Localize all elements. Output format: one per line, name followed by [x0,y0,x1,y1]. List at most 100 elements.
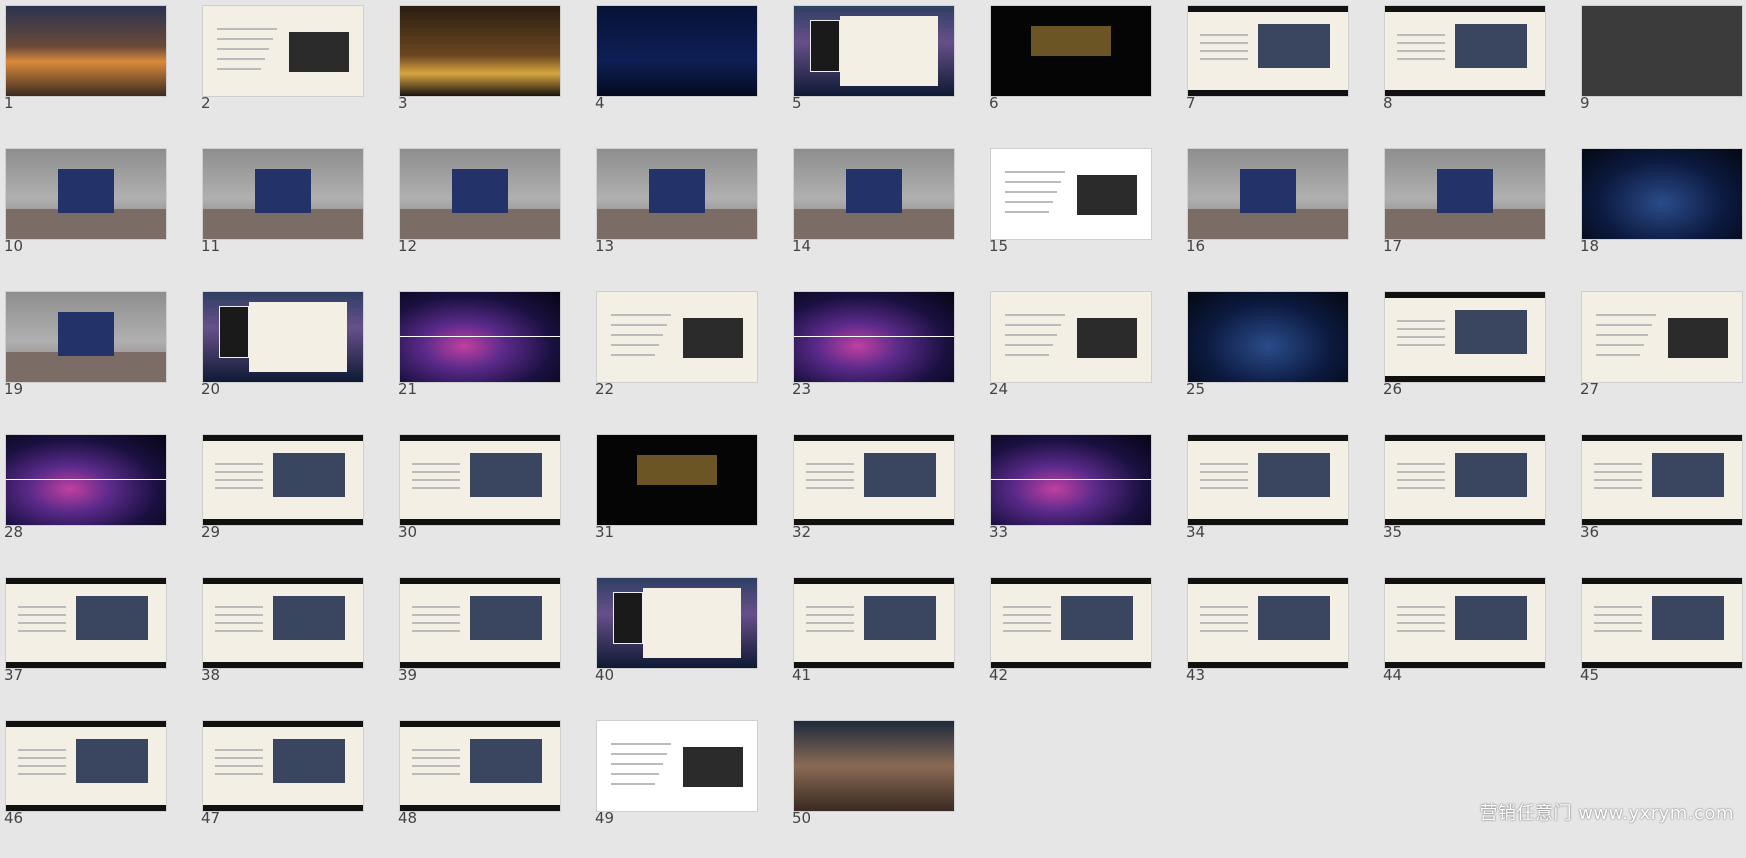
slide-thumbnail[interactable]: 3 [394,0,591,143]
slide-preview[interactable] [1582,578,1742,668]
slide-thumbnail[interactable]: 5 [788,0,985,143]
slide-thumbnail[interactable]: 26 [1379,286,1576,429]
slide-preview[interactable] [400,292,560,382]
slide-preview[interactable] [991,578,1151,668]
slide-preview[interactable] [1582,292,1742,382]
slide-preview[interactable] [1188,435,1348,525]
slide-preview[interactable] [6,721,166,811]
slide-thumbnail[interactable]: 36 [1576,429,1746,572]
slide-thumbnail[interactable]: 25 [1182,286,1379,429]
slide-preview[interactable] [597,435,757,525]
slide-preview[interactable] [203,578,363,668]
slide-preview[interactable] [400,435,560,525]
slide-thumbnail[interactable]: 21 [394,286,591,429]
slide-thumbnail[interactable]: 43 [1182,572,1379,715]
slide-thumbnail[interactable]: 41 [788,572,985,715]
slide-preview[interactable] [794,578,954,668]
slide-preview[interactable] [794,6,954,96]
slide-preview[interactable] [203,435,363,525]
slide-thumbnail[interactable]: 31 [591,429,788,572]
slide-thumbnail[interactable]: 22 [591,286,788,429]
slide-preview[interactable] [794,435,954,525]
slide-thumbnail[interactable]: 49 [591,715,788,858]
slide-thumbnail[interactable]: 23 [788,286,985,429]
slide-preview[interactable] [6,149,166,239]
slide-preview[interactable] [400,721,560,811]
slide-thumbnail[interactable]: 50 [788,715,985,858]
slide-preview[interactable] [597,292,757,382]
slide-thumbnail[interactable]: 29 [197,429,394,572]
slide-preview[interactable] [1582,435,1742,525]
slide-thumbnail[interactable]: 42 [985,572,1182,715]
slide-thumbnail[interactable]: 35 [1379,429,1576,572]
slide-thumbnail[interactable]: 4 [591,0,788,143]
slide-preview[interactable] [400,578,560,668]
slide-preview[interactable] [6,578,166,668]
slide-thumbnail[interactable]: 38 [197,572,394,715]
slide-preview[interactable] [6,6,166,96]
slide-preview[interactable] [1582,6,1742,96]
slide-thumbnail[interactable]: 10 [0,143,197,286]
slide-preview[interactable] [1385,292,1545,382]
slide-thumbnail[interactable]: 12 [394,143,591,286]
slide-thumbnail[interactable]: 15 [985,143,1182,286]
slide-preview[interactable] [400,149,560,239]
slide-preview[interactable] [794,149,954,239]
slide-preview[interactable] [1385,149,1545,239]
slide-preview[interactable] [6,292,166,382]
slide-thumbnail[interactable]: 17 [1379,143,1576,286]
slide-preview[interactable] [203,721,363,811]
slide-thumbnail[interactable]: 1 [0,0,197,143]
slide-thumbnail[interactable]: 39 [394,572,591,715]
slide-preview[interactable] [794,292,954,382]
slide-preview[interactable] [1188,578,1348,668]
slide-thumbnail[interactable]: 11 [197,143,394,286]
slide-preview[interactable] [1385,6,1545,96]
slide-thumbnail[interactable]: 19 [0,286,197,429]
slide-preview[interactable] [991,6,1151,96]
slide-preview[interactable] [203,149,363,239]
slide-preview[interactable] [1188,149,1348,239]
slide-thumbnail[interactable]: 30 [394,429,591,572]
slide-thumbnail[interactable]: 46 [0,715,197,858]
slide-thumbnail[interactable]: 32 [788,429,985,572]
slide-thumbnail[interactable]: 47 [197,715,394,858]
slide-thumbnail[interactable]: 48 [394,715,591,858]
slide-preview[interactable] [203,292,363,382]
slide-thumbnail[interactable]: 16 [1182,143,1379,286]
slide-preview[interactable] [1582,149,1742,239]
slide-preview[interactable] [597,578,757,668]
slide-thumbnail[interactable]: 44 [1379,572,1576,715]
slide-thumbnail[interactable]: 40 [591,572,788,715]
slide-preview[interactable] [991,435,1151,525]
slide-thumbnail[interactable]: 7 [1182,0,1379,143]
slide-thumbnail[interactable]: 6 [985,0,1182,143]
slide-preview[interactable] [597,721,757,811]
slide-preview[interactable] [597,6,757,96]
slide-thumbnail[interactable]: 45 [1576,572,1746,715]
slide-preview[interactable] [6,435,166,525]
slide-preview[interactable] [1188,6,1348,96]
slide-preview[interactable] [1385,435,1545,525]
slide-preview[interactable] [1188,292,1348,382]
slide-thumbnail[interactable]: 8 [1379,0,1576,143]
slide-thumbnail[interactable]: 28 [0,429,197,572]
slide-preview[interactable] [1385,578,1545,668]
slide-thumbnail[interactable]: 20 [197,286,394,429]
slide-thumbnail[interactable]: 37 [0,572,197,715]
slide-thumbnail[interactable]: 9 [1576,0,1746,143]
slide-preview[interactable] [991,149,1151,239]
slide-thumbnail[interactable]: 2 [197,0,394,143]
slide-thumbnail[interactable]: 18 [1576,143,1746,286]
slide-thumbnail[interactable]: 13 [591,143,788,286]
slide-preview[interactable] [203,6,363,96]
slide-preview[interactable] [991,292,1151,382]
slide-thumbnail[interactable]: 24 [985,286,1182,429]
slide-thumbnail[interactable]: 34 [1182,429,1379,572]
slide-thumbnail[interactable]: 14 [788,143,985,286]
slide-thumbnail[interactable]: 33 [985,429,1182,572]
slide-preview[interactable] [794,721,954,811]
slide-preview[interactable] [597,149,757,239]
slide-thumbnail[interactable]: 27 [1576,286,1746,429]
slide-preview[interactable] [400,6,560,96]
